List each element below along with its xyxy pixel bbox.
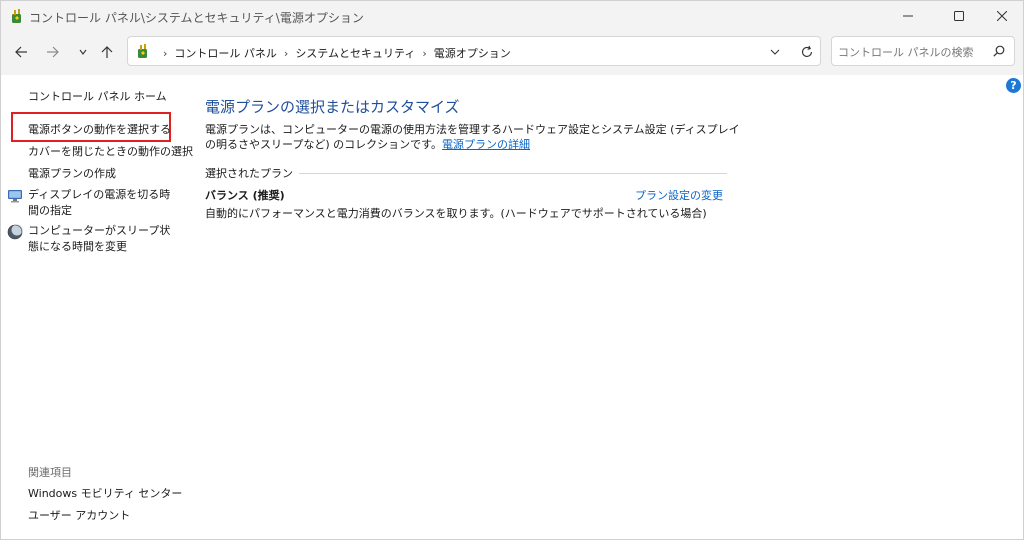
monitor-icon — [7, 188, 23, 204]
breadcrumb-control-panel[interactable]: コントロール パネル — [174, 45, 277, 61]
moon-icon — [7, 224, 23, 240]
plan-name: バランス (推奨) — [205, 189, 285, 202]
chevron-right-icon[interactable]: › — [284, 47, 288, 60]
address-dropdown-button[interactable] — [766, 43, 784, 61]
section-divider — [281, 173, 727, 174]
window-title: コントロール パネル\システムとセキュリティ\電源オプション — [29, 11, 364, 25]
chevron-down-icon — [78, 47, 88, 57]
sidebar-item-sleep-time[interactable]: コンピューターがスリープ状態になる時間を変更 — [28, 223, 178, 255]
control-panel-window: コントロール パネル\システムとセキュリティ\電源オプション › コントロール … — [0, 0, 1024, 540]
search-input[interactable] — [838, 43, 988, 61]
chevron-right-icon: › — [163, 46, 168, 60]
minimize-button[interactable] — [885, 1, 931, 31]
forward-button[interactable] — [39, 39, 67, 65]
maximize-button[interactable] — [936, 1, 982, 31]
main-content: 電源プランの選択またはカスタマイズ 電源プランは、コンピューターの電源の使用方法… — [205, 75, 1005, 535]
sidebar-item-power-button-action[interactable]: 電源ボタンの動作を選択する — [28, 122, 171, 138]
help-icon[interactable]: ? — [1006, 78, 1021, 93]
plan-description: 自動的にパフォーマンスと電力消費のバランスを取ります。(ハードウェアでサポートさ… — [205, 207, 707, 220]
refresh-icon — [800, 45, 814, 59]
refresh-button[interactable] — [798, 43, 816, 61]
search-box[interactable] — [831, 36, 1015, 66]
sidebar-item-control-panel-home[interactable]: コントロール パネル ホーム — [28, 89, 167, 105]
title-bar: コントロール パネル\システムとセキュリティ\電源オプション — [1, 1, 1023, 31]
up-button[interactable] — [93, 39, 121, 65]
sidebar-item-create-power-plan[interactable]: 電源プランの作成 — [28, 166, 116, 182]
chevron-down-icon — [770, 47, 780, 57]
page-title: 電源プランの選択またはカスタマイズ — [205, 98, 460, 116]
left-task-pane: コントロール パネル ホーム 電源ボタンの動作を選択する カバーを閉じたときの動… — [1, 75, 193, 540]
arrow-up-icon — [100, 45, 114, 59]
navigation-bar: › コントロール パネル › システムとセキュリティ › 電源オプション — [1, 31, 1023, 75]
power-plan-details-link[interactable]: 電源プランの詳細 — [442, 138, 530, 151]
power-options-icon — [135, 43, 151, 59]
back-button[interactable] — [7, 39, 35, 65]
arrow-left-icon — [14, 45, 28, 59]
breadcrumb: › コントロール パネル › システムとセキュリティ › 電源オプション — [156, 45, 511, 61]
change-plan-settings-link[interactable]: プラン設定の変更 — [635, 187, 723, 203]
close-button[interactable] — [979, 1, 1024, 31]
address-bar[interactable]: › コントロール パネル › システムとセキュリティ › 電源オプション — [127, 36, 821, 66]
related-link-user-accounts[interactable]: ユーザー アカウント — [28, 508, 130, 524]
chevron-right-icon[interactable]: › — [422, 47, 426, 60]
section-label: 選択されたプラン — [205, 165, 299, 181]
search-icon[interactable] — [992, 44, 1008, 60]
arrow-right-icon — [46, 45, 60, 59]
breadcrumb-power-options[interactable]: 電源オプション — [434, 45, 511, 61]
sidebar-item-lid-close-action[interactable]: カバーを閉じたときの動作の選択 — [28, 144, 193, 160]
breadcrumb-system-security[interactable]: システムとセキュリティ — [295, 45, 415, 61]
sidebar-item-display-off-time[interactable]: ディスプレイの電源を切る時間の指定 — [28, 187, 178, 219]
related-heading: 関連項目 — [28, 466, 72, 479]
section-selected-plan: 選択されたプラン — [205, 165, 727, 181]
related-link-mobility-center[interactable]: Windows モビリティ センター — [28, 486, 182, 502]
power-options-icon — [9, 8, 25, 24]
page-description: 電源プランは、コンピューターの電源の使用方法を管理するハードウェア設定とシステム… — [205, 122, 745, 152]
